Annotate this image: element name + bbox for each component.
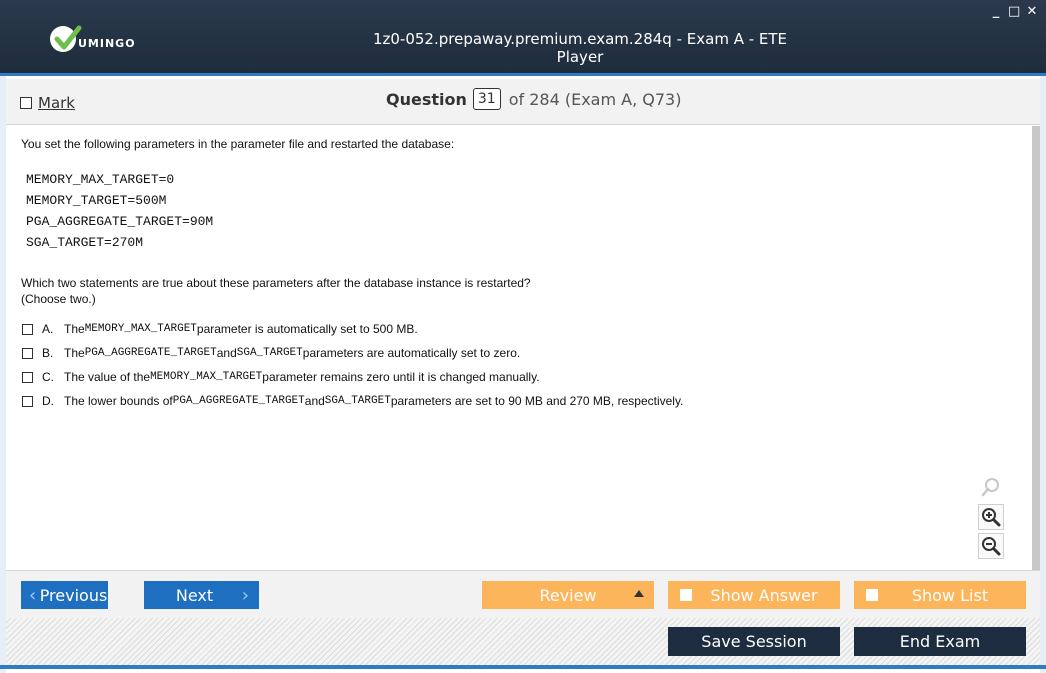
end-exam-button[interactable]: End Exam: [854, 627, 1026, 656]
question-prompt-choose: (Choose two.): [21, 292, 96, 306]
maximize-button[interactable]: □: [1008, 4, 1020, 19]
zoom-out-icon[interactable]: [978, 533, 1004, 559]
question-count: of 284 (Exam A, Q73): [508, 89, 682, 109]
bottom-accent-line: [0, 665, 1046, 669]
mark-checkbox[interactable]: Mark: [20, 94, 75, 112]
question-number-indicator: Question 31 of 284 (Exam A, Q73): [386, 88, 681, 110]
code-line: MEMORY_TARGET=500M: [26, 193, 167, 208]
code-line: SGA_TARGET=270M: [26, 235, 144, 250]
question-content: You set the following parameters in the …: [6, 126, 1030, 570]
frame-right: [1040, 76, 1046, 673]
question-label: Question: [386, 89, 467, 109]
checkbox-icon[interactable]: [22, 371, 33, 383]
checkbox-icon[interactable]: [866, 589, 878, 601]
option-d[interactable]: D. The lower bounds of PGA_AGGREGATE_TAR…: [22, 394, 683, 408]
code-line: PGA_AGGREGATE_TARGET=90M: [26, 214, 214, 229]
triangle-up-icon[interactable]: [634, 590, 644, 597]
checkbox-icon[interactable]: [22, 323, 33, 335]
previous-button[interactable]: ‹ Previous: [21, 581, 108, 609]
checkbox-icon[interactable]: [22, 347, 33, 359]
logo-check-icon: [50, 25, 82, 52]
checkbox-icon[interactable]: [22, 395, 33, 407]
question-intro: You set the following parameters in the …: [21, 137, 455, 151]
question-number-input[interactable]: 31: [472, 88, 501, 110]
title-bar: UMINGO 1z0-052.prepaway.premium.exam.284…: [0, 0, 1046, 76]
checkbox-icon[interactable]: [20, 97, 32, 109]
option-b[interactable]: B. The PGA_AGGREGATE_TARGET and SGA_TARG…: [22, 346, 520, 360]
magnifier-icon[interactable]: [978, 474, 1004, 500]
logo: UMINGO: [50, 24, 136, 54]
navigation-bar: ‹ Previous Next › Review Show Answer Sho…: [6, 570, 1040, 618]
bottom-bar: Save Session End Exam: [6, 618, 1040, 665]
checkbox-icon[interactable]: [680, 589, 692, 601]
question-header: Mark Question 31 of 284 (Exam A, Q73): [6, 79, 1040, 125]
code-line: MEMORY_MAX_TARGET=0: [26, 172, 175, 187]
zoom-in-icon[interactable]: [978, 504, 1004, 530]
next-button[interactable]: Next ›: [144, 581, 259, 609]
chevron-right-icon: ›: [241, 584, 249, 606]
minimize-button[interactable]: _: [990, 4, 1002, 19]
review-button[interactable]: Review: [482, 581, 654, 609]
mark-label[interactable]: Mark: [38, 94, 75, 112]
chevron-left-icon: ‹: [29, 584, 37, 606]
question-prompt: Which two statements are true about thes…: [21, 276, 531, 290]
logo-text: UMINGO: [78, 36, 136, 50]
window-title: 1z0-052.prepaway.premium.exam.284q - Exa…: [372, 30, 788, 66]
close-button[interactable]: ✕: [1026, 4, 1038, 19]
save-session-button[interactable]: Save Session: [668, 627, 840, 656]
window-controls: _ □ ✕: [990, 4, 1038, 19]
option-a[interactable]: A. The MEMORY_MAX_TARGET parameter is au…: [22, 322, 418, 336]
show-list-button[interactable]: Show List: [854, 581, 1026, 609]
show-answer-button[interactable]: Show Answer: [668, 581, 840, 609]
scrollbar[interactable]: [1032, 126, 1040, 570]
option-c[interactable]: C. The value of the MEMORY_MAX_TARGET pa…: [22, 370, 540, 384]
